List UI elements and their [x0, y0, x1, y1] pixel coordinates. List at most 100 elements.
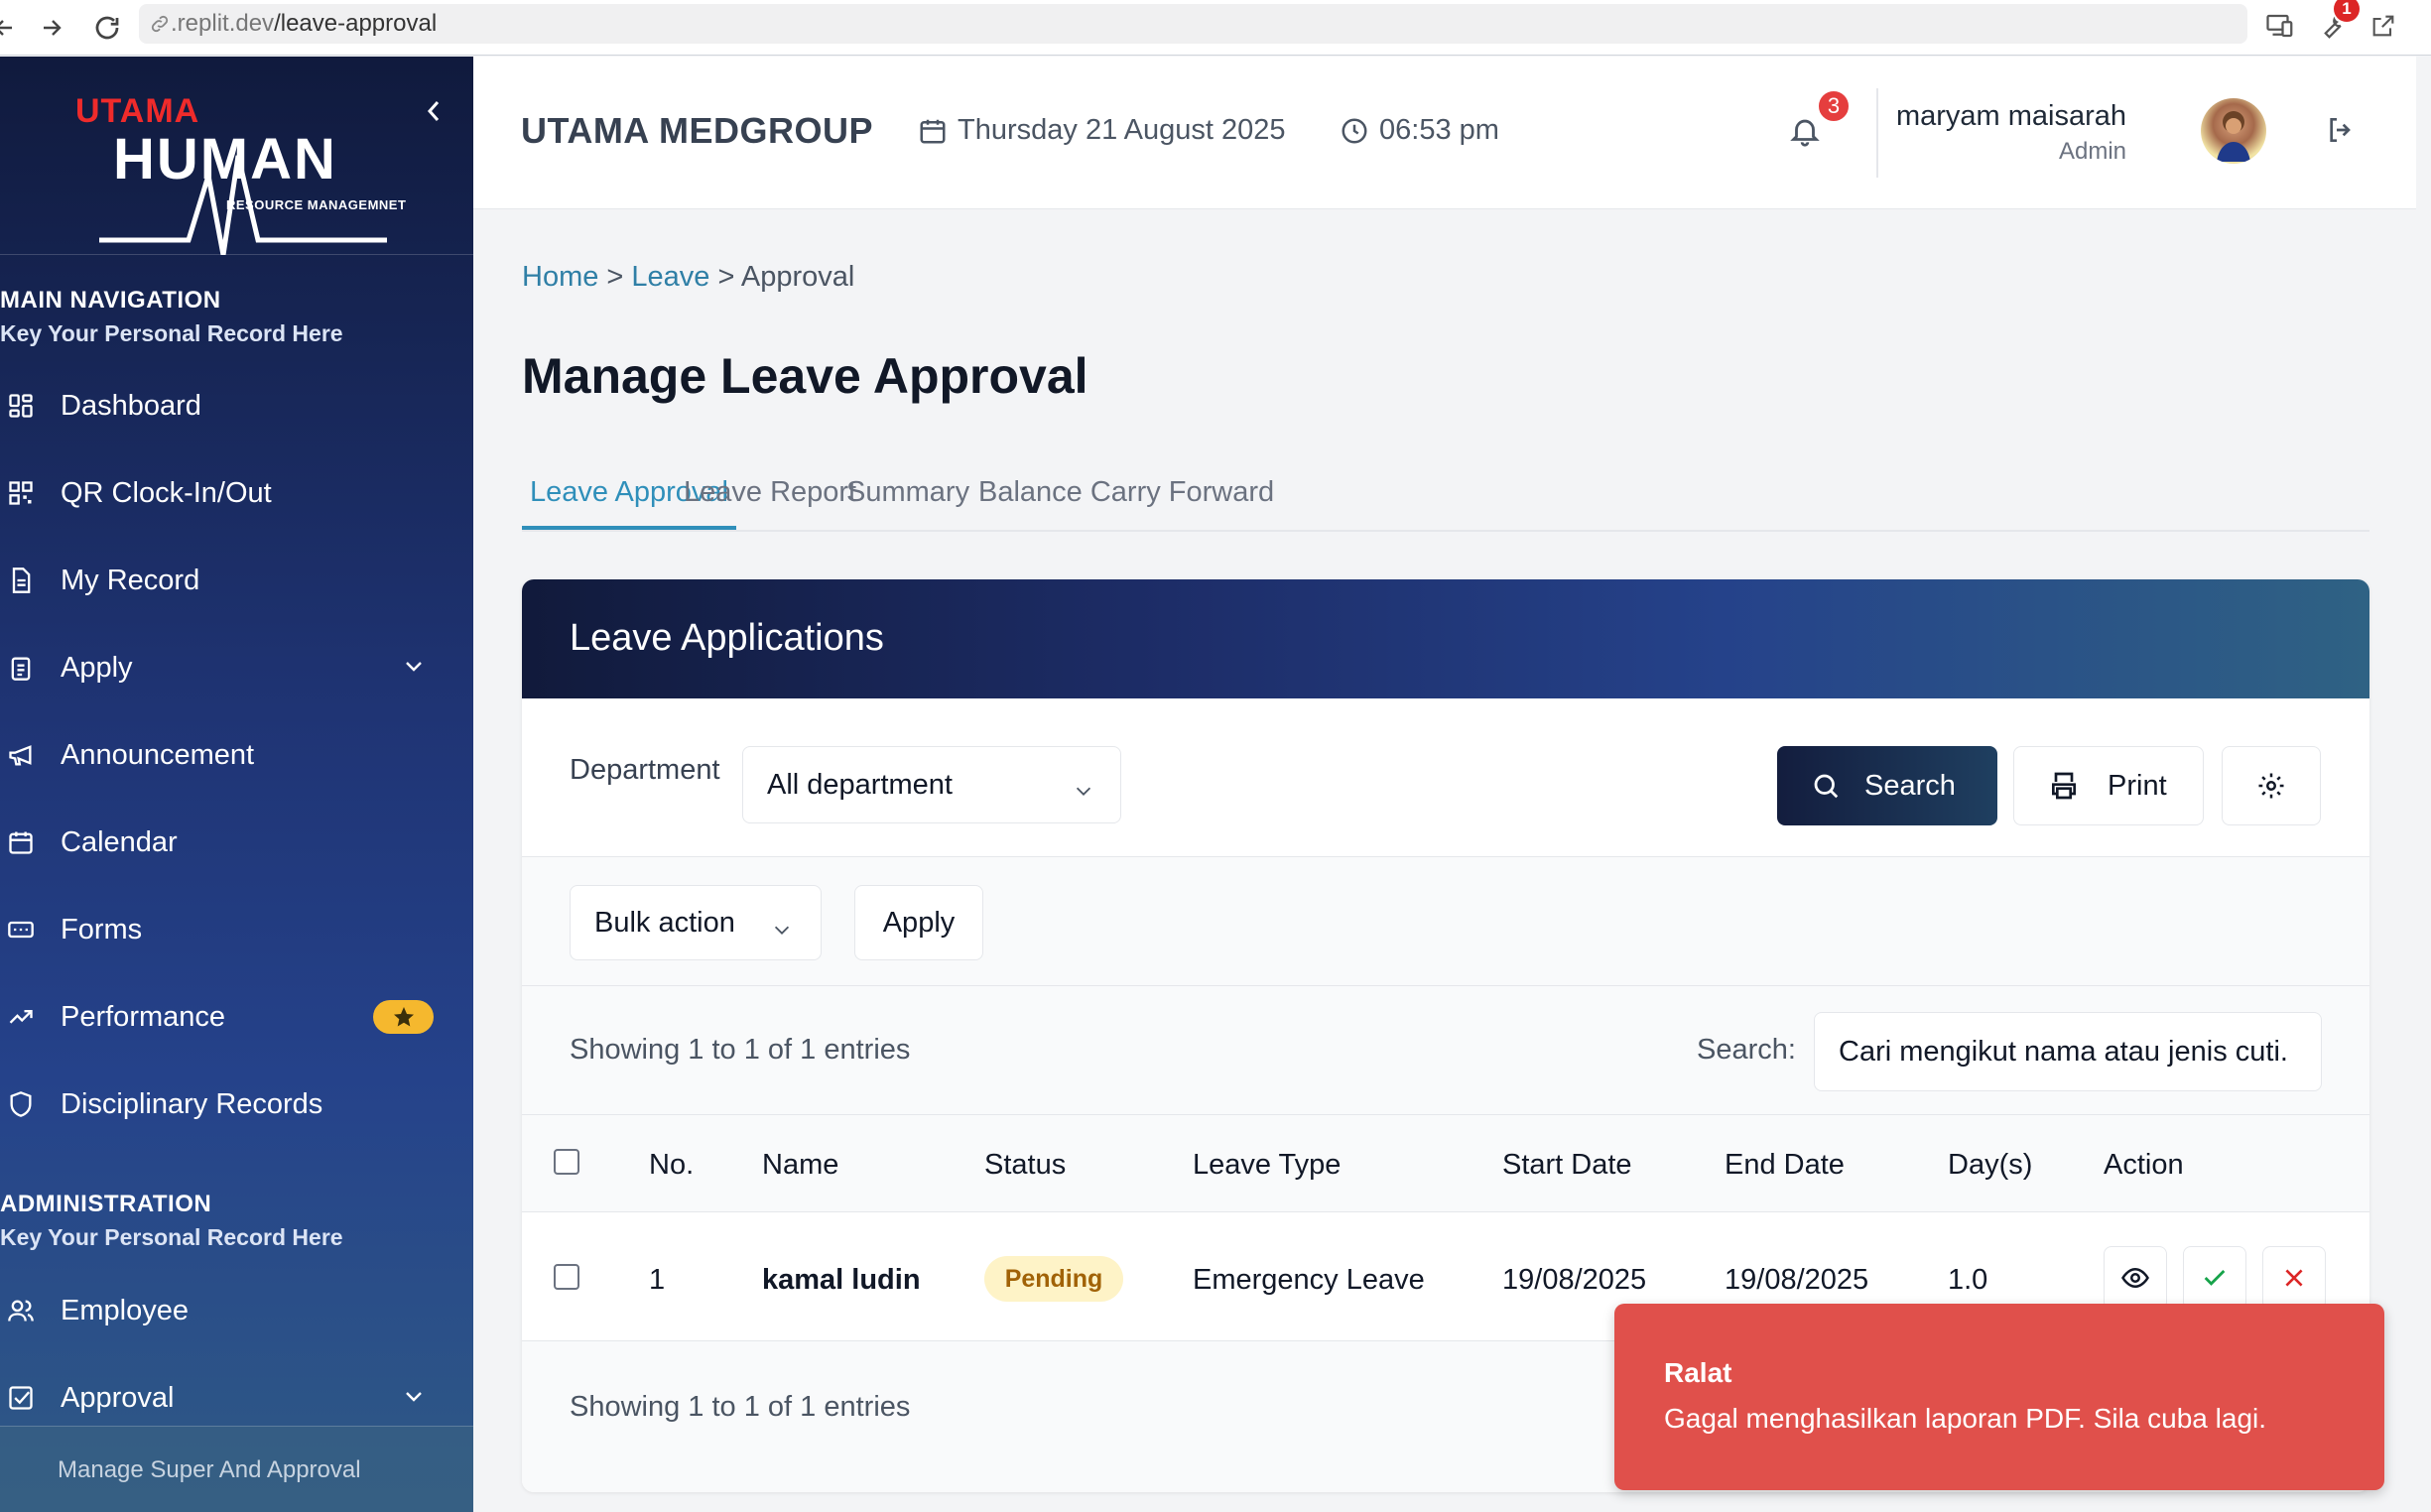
sidebar-item-employee[interactable]: Employee: [0, 1267, 473, 1354]
admin-title: ADMINISTRATION: [0, 1191, 212, 1217]
users-icon: [6, 1296, 36, 1325]
sidebar-subitem-manage-approval[interactable]: Manage Super And Approval: [0, 1426, 473, 1512]
chevron-down-icon: [402, 654, 426, 683]
url-domain: .replit.dev: [171, 10, 275, 37]
table-header: No. Name Status Leave Type Start Date En…: [522, 1115, 2369, 1212]
breadcrumb-sep: >: [606, 261, 624, 293]
sidebar-item-label: Approval: [61, 1381, 175, 1414]
settings-button[interactable]: [2222, 746, 2321, 825]
open-external-icon[interactable]: [2364, 6, 2403, 46]
back-arrow-icon[interactable]: [0, 8, 24, 48]
page-title: Manage Leave Approval: [522, 348, 1088, 404]
qr-code-icon: [6, 478, 36, 508]
date-text: Thursday 21 August 2025: [958, 114, 1286, 146]
link-icon: [151, 15, 169, 33]
sidebar-item-label: QR Clock-In/Out: [61, 476, 272, 509]
view-button[interactable]: [2104, 1246, 2167, 1310]
bulk-action-select[interactable]: Bulk action: [570, 885, 822, 960]
table-search-input[interactable]: Cari mengikut nama atau jenis cuti.: [1814, 1012, 2322, 1091]
search-button-label: Search: [1864, 769, 1956, 802]
column-header-action: Action: [2104, 1149, 2184, 1181]
trending-up-icon: [6, 1002, 36, 1032]
logo[interactable]: UTAMA HUMAN RESOURCE MANAGEMNET: [0, 57, 473, 255]
chevron-down-icon: [771, 916, 793, 948]
sidebar-item-qr-clock[interactable]: QR Clock-In/Out: [0, 449, 473, 537]
sidebar-item-label: My Record: [61, 564, 200, 596]
status-badge: Pending: [984, 1256, 1123, 1302]
error-toast[interactable]: Ralat Gagal menghasilkan laporan PDF. Si…: [1614, 1304, 2384, 1490]
cell-start-date: 19/08/2025: [1502, 1264, 1647, 1296]
approve-button[interactable]: [2183, 1246, 2246, 1310]
cell-no: 1: [649, 1264, 666, 1296]
entries-info-footer: Showing 1 to 1 of 1 entries: [570, 1391, 911, 1423]
sidebar: UTAMA HUMAN RESOURCE MANAGEMNET MAIN NAV…: [0, 57, 473, 1512]
extension-wrench-icon[interactable]: 1: [2312, 0, 2360, 46]
collapse-sidebar-chevron-icon[interactable]: [422, 91, 446, 131]
printer-icon: [2052, 772, 2076, 800]
time-text: 06:53 pm: [1379, 114, 1499, 146]
breadcrumb-current: Approval: [740, 261, 855, 293]
breadcrumb-home[interactable]: Home: [522, 261, 598, 293]
browser-toolbar: .replit.dev/leave-approval 1: [0, 0, 2431, 56]
extension-badge: 1: [2334, 0, 2360, 22]
sidebar-item-performance[interactable]: Performance: [0, 973, 473, 1061]
shield-icon: [6, 1089, 36, 1119]
sidebar-item-dashboard[interactable]: Dashboard: [0, 362, 473, 449]
sidebar-item-label: Announcement: [61, 738, 255, 771]
tab-leave-report[interactable]: Leave Report: [676, 476, 864, 530]
avatar[interactable]: [2201, 98, 2266, 164]
toast-message: Gagal menghasilkan laporan PDF. Sila cub…: [1664, 1403, 2267, 1434]
sidebar-item-my-record[interactable]: My Record: [0, 537, 473, 624]
search-button[interactable]: Search: [1777, 746, 1997, 825]
logout-icon[interactable]: [2325, 114, 2365, 154]
sidebar-item-forms[interactable]: Forms: [0, 886, 473, 973]
entries-info: Showing 1 to 1 of 1 entries: [570, 1034, 911, 1066]
sidebar-item-label: Dashboard: [61, 389, 201, 422]
reject-button[interactable]: [2262, 1246, 2326, 1310]
sidebar-item-apply[interactable]: Apply: [0, 624, 473, 711]
forward-arrow-icon[interactable]: [32, 8, 71, 48]
sidebar-item-label: Forms: [61, 913, 143, 945]
subitem-label: Manage Super And Approval: [58, 1456, 361, 1483]
address-bar[interactable]: .replit.dev/leave-approval: [139, 4, 2247, 44]
star-badge: [373, 1000, 434, 1034]
chevron-down-icon: [402, 1384, 426, 1413]
breadcrumb-leave[interactable]: Leave: [631, 261, 709, 293]
column-header-leave-type: Leave Type: [1193, 1149, 1342, 1181]
close-icon: [2285, 1269, 2303, 1287]
calendar-icon: [6, 827, 36, 857]
eye-icon: [2121, 1267, 2149, 1289]
form-icon: [6, 915, 36, 945]
breadcrumb-sep: >: [717, 261, 735, 293]
check-icon: [2204, 1270, 2226, 1286]
breadcrumb: Home > Leave > Approval: [522, 261, 854, 294]
reload-icon[interactable]: [87, 8, 127, 48]
column-header-no: No.: [649, 1149, 695, 1181]
main-nav-subtitle: Key Your Personal Record Here: [0, 320, 343, 346]
select-all-checkbox[interactable]: [554, 1149, 579, 1175]
department-select[interactable]: All department: [742, 746, 1121, 823]
cell-days: 1.0: [1948, 1264, 1988, 1296]
tab-balance-carry-forward[interactable]: Balance Carry Forward: [970, 476, 1282, 530]
row-checkbox[interactable]: [554, 1264, 579, 1290]
sidebar-item-announcement[interactable]: Announcement: [0, 711, 473, 799]
notification-badge: 3: [1816, 88, 1852, 124]
sidebar-item-disciplinary[interactable]: Disciplinary Records: [0, 1061, 473, 1148]
admin-subtitle: Key Your Personal Record Here: [0, 1224, 343, 1250]
apply-button[interactable]: Apply: [854, 885, 983, 960]
sidebar-item-label: Performance: [61, 1000, 226, 1033]
tab-summary[interactable]: Summary: [838, 476, 977, 530]
main-navigation-heading: MAIN NAVIGATION Key Your Personal Record…: [0, 287, 343, 347]
devices-icon[interactable]: [2260, 6, 2300, 46]
print-button[interactable]: Print: [2013, 746, 2204, 825]
sidebar-item-calendar[interactable]: Calendar: [0, 799, 473, 886]
gear-icon: [2258, 773, 2284, 799]
main-nav-title: MAIN NAVIGATION: [0, 287, 221, 314]
user-name[interactable]: maryam maisarah: [1896, 100, 2126, 133]
column-header-days: Day(s): [1948, 1149, 2033, 1181]
clock-icon: [1342, 118, 1367, 143]
chevron-down-icon: [1073, 777, 1094, 810]
current-time: 06:53 pm: [1340, 114, 1499, 147]
filter-row: Department All department Search Print: [522, 698, 2369, 857]
department-value: All department: [767, 768, 953, 801]
